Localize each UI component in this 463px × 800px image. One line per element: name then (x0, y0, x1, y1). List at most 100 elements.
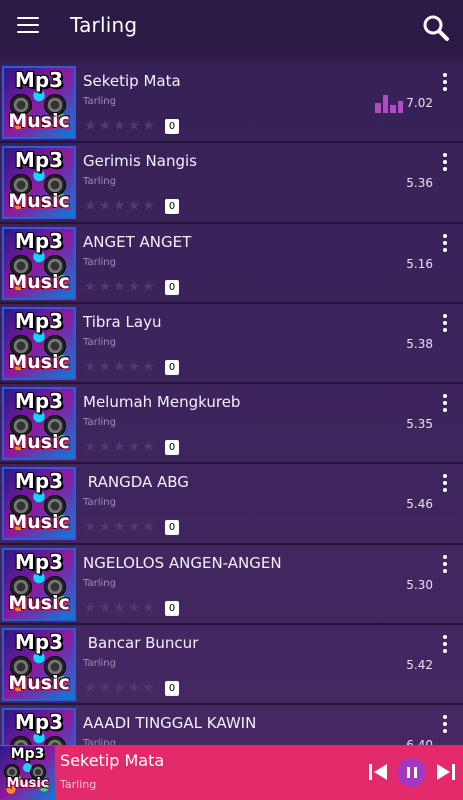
song-artist: Tarling (83, 497, 116, 509)
song-artwork: Mp3 Music (2, 467, 76, 541)
song-title: ANGET ANGET (83, 232, 192, 251)
song-list-item[interactable]: Mp3 Music Seketip Mata Tarling ★ ★ ★ ★ ★ 0 7… (0, 63, 463, 144)
star-rating[interactable]: ★ ★ ★ ★ ★ (84, 600, 155, 616)
song-list-item[interactable]: Mp3 Music NGELOLOS ANGEN-ANGEN Tarling ★… (0, 544, 463, 626)
song-artwork: Mp3 Music (2, 628, 76, 702)
star-icon[interactable]: ★ (84, 439, 97, 455)
more-options-icon[interactable] (441, 233, 449, 254)
star-icon[interactable]: ★ (99, 680, 112, 696)
star-rating[interactable]: ★ ★ ★ ★ ★ (84, 439, 155, 455)
song-list-item[interactable]: Mp3 Music AAADI TINGGAL KAWIN Tarling ★★… (0, 705, 463, 745)
song-artwork: Mp3 Music (2, 547, 76, 621)
song-duration: 5.46 (406, 497, 433, 512)
song-duration: 5.35 (406, 417, 433, 432)
star-icon[interactable]: ★ (113, 439, 126, 455)
star-icon[interactable]: ★ (128, 198, 141, 214)
song-title: RANGDA ABG (83, 473, 189, 492)
star-rating[interactable]: ★ ★ ★ ★ ★ (84, 680, 155, 696)
now-playing-bar[interactable]: Mp3 Music Seketip Mata Tarling (0, 745, 463, 800)
song-artist: Tarling (83, 658, 116, 670)
more-options-icon[interactable] (441, 153, 449, 173)
rating-count-badge: 0 (165, 199, 179, 215)
song-artwork: Mp3 Music (2, 226, 76, 300)
more-options-icon[interactable] (441, 554, 449, 575)
star-rating[interactable]: ★ ★ ★ ★ ★ (84, 198, 155, 214)
hamburger-menu-icon[interactable] (17, 17, 39, 35)
song-artist: Tarling (83, 577, 116, 589)
star-icon[interactable]: ★ (84, 600, 97, 616)
star-icon[interactable]: ★ (128, 519, 141, 535)
star-rating[interactable]: ★ ★ ★ ★ ★ (84, 519, 155, 535)
song-list-item[interactable]: Mp3 Music ANGET ANGET Tarling ★ ★ ★ ★ ★ 0 5.… (0, 223, 463, 304)
star-icon[interactable]: ★ (142, 600, 155, 616)
star-icon[interactable]: ★ (128, 600, 141, 616)
rating-count-badge: 0 (165, 681, 179, 697)
star-icon[interactable]: ★ (84, 519, 97, 535)
song-duration: 5.38 (406, 336, 433, 351)
star-rating[interactable]: ★ ★ ★ ★ ★ (84, 359, 155, 375)
song-duration: 5.16 (406, 256, 433, 271)
star-icon[interactable]: ★ (99, 439, 112, 455)
now-playing-title: Seketip Mata (60, 751, 165, 770)
star-icon[interactable]: ★ (142, 279, 155, 295)
more-options-icon[interactable] (441, 73, 449, 93)
star-icon[interactable]: ★ (113, 359, 126, 375)
song-list-item[interactable]: Mp3 Music Bancar Buncur Tarling ★ ★ ★ ★ ★ 0 … (0, 625, 463, 706)
more-options-icon[interactable] (441, 474, 449, 494)
star-icon[interactable]: ★ (128, 439, 141, 455)
rating-count-badge: 0 (165, 600, 179, 616)
song-title: AAADI TINGGAL KAWIN (83, 714, 257, 733)
song-artwork: Mp3 Music (2, 146, 76, 220)
star-icon[interactable]: ★ (142, 118, 155, 134)
skip-previous-icon[interactable] (368, 762, 388, 782)
star-icon[interactable]: ★ (99, 198, 112, 214)
star-icon[interactable]: ★ (99, 359, 112, 375)
more-options-icon[interactable] (441, 394, 449, 414)
star-icon[interactable]: ★ (84, 198, 97, 214)
more-options-icon[interactable] (441, 313, 449, 334)
search-icon[interactable] (422, 14, 450, 42)
star-icon[interactable]: ★ (128, 279, 141, 295)
song-list-item[interactable]: Mp3 Music RANGDA ABG Tarling ★ ★ ★ ★ ★ 0 5.4… (0, 464, 463, 545)
song-list-item[interactable]: Mp3 Music Tibra Layu Tarling ★ ★ ★ ★ ★ 0 5.3… (0, 303, 463, 385)
song-title: Gerimis Nangis (83, 152, 197, 171)
star-icon[interactable]: ★ (84, 279, 97, 295)
song-artist: Tarling (83, 176, 116, 188)
star-icon[interactable]: ★ (128, 118, 141, 134)
star-icon[interactable]: ★ (99, 600, 112, 616)
star-icon[interactable]: ★ (99, 118, 112, 134)
star-icon[interactable]: ★ (113, 279, 126, 295)
more-options-icon[interactable] (441, 635, 449, 655)
skip-next-icon[interactable] (436, 762, 456, 782)
song-title: Melumah Mengkureb (83, 393, 241, 412)
star-icon[interactable]: ★ (99, 279, 112, 295)
star-icon[interactable]: ★ (142, 519, 155, 535)
star-icon[interactable]: ★ (113, 519, 126, 535)
star-icon[interactable]: ★ (128, 359, 141, 375)
star-icon[interactable]: ★ (142, 680, 155, 696)
star-icon[interactable]: ★ (142, 198, 155, 214)
star-icon[interactable]: ★ (142, 439, 155, 455)
star-icon[interactable]: ★ (99, 519, 112, 535)
star-rating[interactable]: ★ ★ ★ ★ ★ (84, 279, 155, 295)
song-list-item[interactable]: Mp3 Music Gerimis Nangis Tarling ★ ★ ★ ★ ★ 0… (0, 143, 463, 224)
star-icon[interactable]: ★ (142, 359, 155, 375)
song-artist: Tarling (83, 96, 116, 107)
pause-button[interactable] (397, 758, 426, 787)
star-icon[interactable]: ★ (84, 680, 97, 696)
song-duration: 7.02 (406, 96, 433, 110)
star-icon[interactable]: ★ (84, 359, 97, 375)
star-icon[interactable]: ★ (113, 680, 126, 696)
rating-count-badge: 0 (165, 359, 179, 375)
star-icon[interactable]: ★ (113, 118, 126, 134)
rating-count-badge: 0 (165, 520, 179, 536)
star-rating[interactable]: ★ ★ ★ ★ ★ (84, 118, 155, 134)
star-icon[interactable]: ★ (113, 600, 126, 616)
star-icon[interactable]: ★ (84, 118, 97, 134)
song-artwork: Mp3 Music (2, 306, 76, 380)
song-artist: Tarling (83, 738, 116, 745)
star-icon[interactable]: ★ (128, 680, 141, 696)
more-options-icon[interactable] (441, 715, 449, 735)
song-list-item[interactable]: Mp3 Music Melumah Mengkureb Tarling ★ ★ ★ ★… (0, 384, 463, 465)
star-icon[interactable]: ★ (113, 198, 126, 214)
